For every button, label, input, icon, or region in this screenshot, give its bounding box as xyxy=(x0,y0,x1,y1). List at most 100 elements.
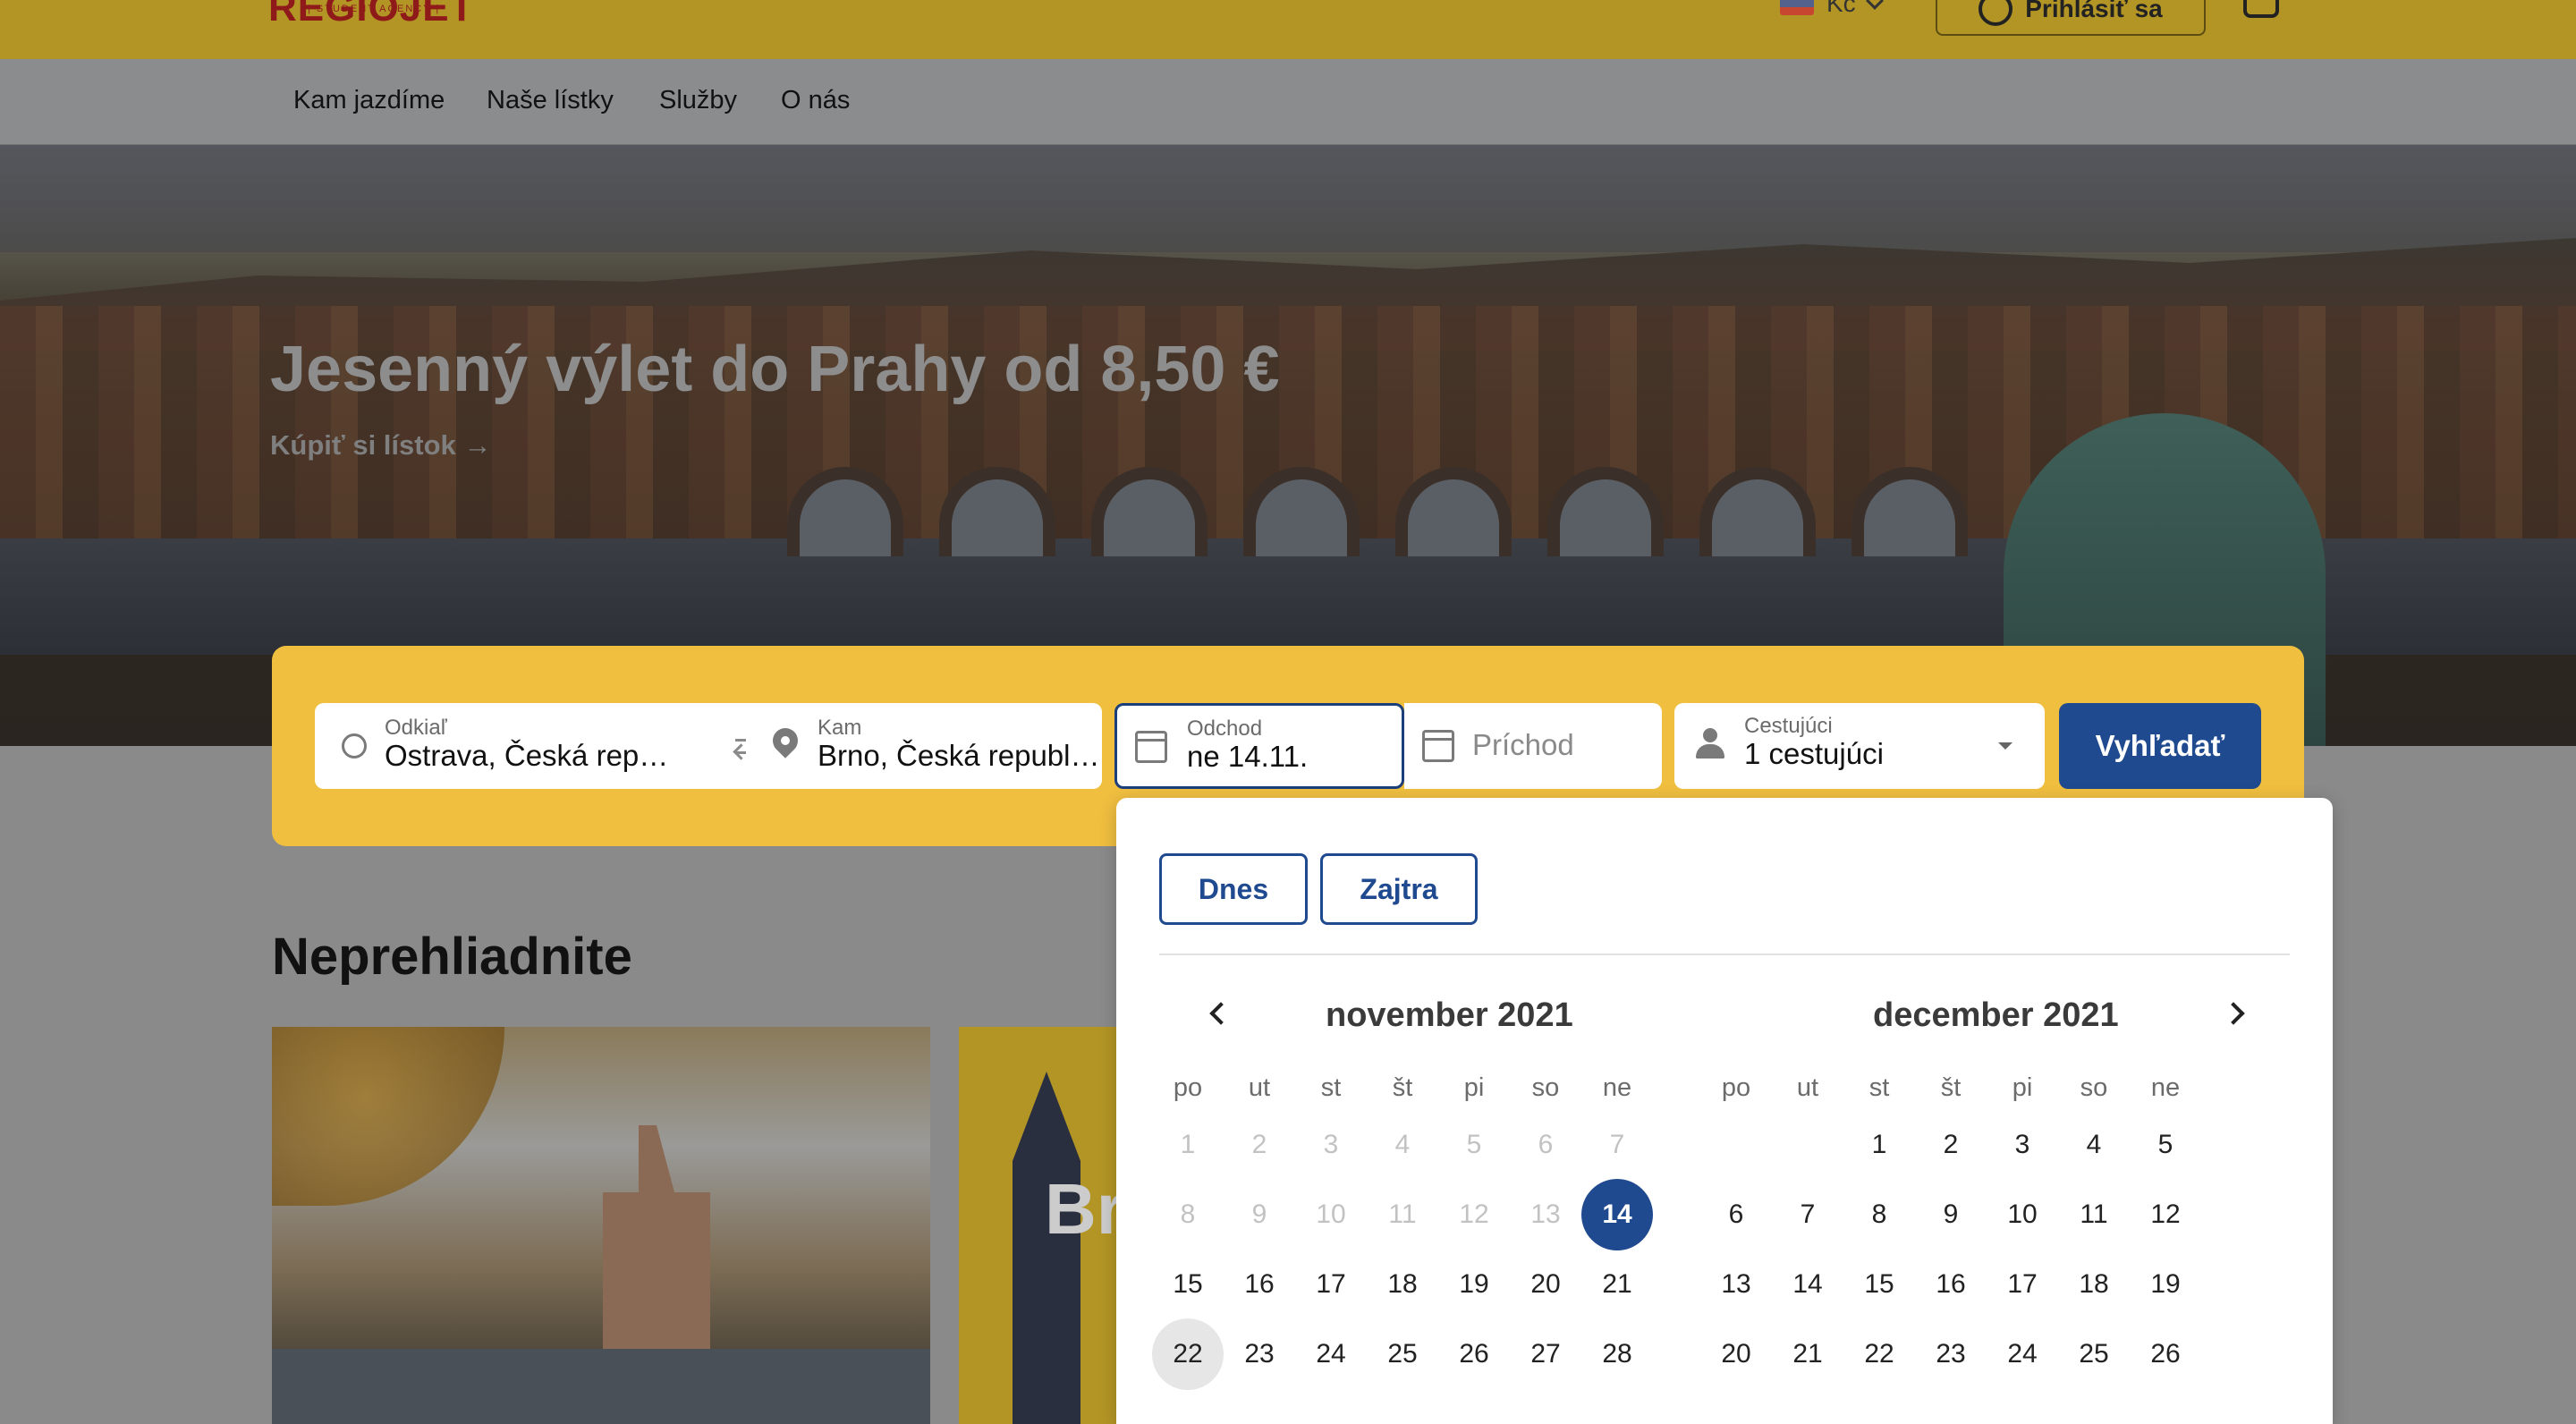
calendar-day: 4 xyxy=(1394,1130,1411,1159)
calendar-day: 12 xyxy=(1459,1199,1489,1229)
calendar-day[interactable]: 4 xyxy=(2058,1109,2130,1181)
calendar-day[interactable]: 24 xyxy=(1987,1318,2058,1390)
promo-card-brno[interactable]: Br xyxy=(959,1027,1138,1424)
calendar-day[interactable]: 21 xyxy=(1772,1318,1843,1390)
calendar-day: 7 xyxy=(1609,1130,1625,1159)
calendar-day[interactable]: 25 xyxy=(1367,1318,1438,1390)
weekday-header: po xyxy=(1721,1073,1751,1102)
nav-item-about[interactable]: O nás xyxy=(781,86,850,115)
main-nav: Kam jazdíme Naše lístky Služby O nás xyxy=(0,59,2576,145)
calendar-day[interactable]: 22 xyxy=(1152,1318,1224,1390)
weekday-header: pi xyxy=(2012,1073,2033,1102)
to-field[interactable]: Kam Brno, Česká republika xyxy=(746,703,1102,789)
section-title: Neprehliadnite xyxy=(272,928,632,986)
hero-title: Jesenný výlet do Prahy od 8,50 € xyxy=(270,334,1280,405)
chevron-right-icon[interactable] xyxy=(2222,1002,2245,1025)
calendar-day[interactable]: 22 xyxy=(1843,1318,1915,1390)
weekday-header: st xyxy=(1868,1073,1890,1102)
calendar-day[interactable]: 20 xyxy=(1510,1249,1581,1320)
calendar-day: 2 xyxy=(1251,1130,1267,1159)
to-label: Kam xyxy=(818,716,862,740)
departure-label: Odchod xyxy=(1187,716,1263,741)
calendar-day[interactable]: 25 xyxy=(2058,1318,2130,1390)
calendar-day[interactable]: 15 xyxy=(1152,1249,1224,1320)
from-field[interactable]: Odkiaľ Ostrava, Česká republika xyxy=(315,703,771,789)
currency-label: Kč xyxy=(1826,0,1856,17)
calendar-day[interactable]: 19 xyxy=(2130,1249,2201,1320)
calendar-day: 9 xyxy=(1251,1199,1267,1229)
arrival-placeholder: Príchod xyxy=(1472,728,1574,761)
passengers-value: 1 cestujúci xyxy=(1744,737,1884,770)
weekday-header: ut xyxy=(1796,1073,1819,1102)
calendar-day[interactable]: 16 xyxy=(1224,1249,1295,1320)
nav-item-tickets[interactable]: Naše lístky xyxy=(487,86,614,115)
calendar-day[interactable]: 28 xyxy=(1581,1318,1653,1390)
calendar-day: 8 xyxy=(1180,1199,1196,1229)
logo[interactable]: REGIOJET | STUDENT AGENCY | xyxy=(268,0,492,30)
passengers-label: Cestujúci xyxy=(1744,714,1833,738)
today-button[interactable]: Dnes xyxy=(1159,853,1308,925)
to-value: Brno, Česká republika xyxy=(818,739,1100,772)
nav-item-services[interactable]: Služby xyxy=(659,86,737,115)
calendar-day[interactable]: 17 xyxy=(1987,1249,2058,1320)
nav-item-destinations[interactable]: Kam jazdíme xyxy=(293,86,445,115)
from-label: Odkiaľ xyxy=(385,716,447,740)
login-button[interactable]: Prihlásiť sa xyxy=(1936,0,2206,36)
calendar-day: 1 xyxy=(1180,1130,1196,1159)
month-title-left: november 2021 xyxy=(1326,996,1573,1034)
calendar-day[interactable]: 16 xyxy=(1915,1249,1987,1320)
tomorrow-button[interactable]: Zajtra xyxy=(1320,853,1478,925)
calendar-day[interactable]: 9 xyxy=(1915,1179,1987,1250)
date-picker: Dnes Zajtra november 2021 december 2021 … xyxy=(1116,798,2333,1424)
calendar-day: 6 xyxy=(1538,1130,1554,1159)
logo-subtext: | STUDENT AGENCY | xyxy=(308,4,441,14)
calendar-day[interactable]: 2 xyxy=(1915,1109,1987,1181)
calendar-day[interactable]: 17 xyxy=(1295,1249,1367,1320)
calendar-day[interactable]: 13 xyxy=(1700,1249,1772,1320)
calendar-day[interactable]: 12 xyxy=(2130,1179,2201,1250)
weekday-header: ne xyxy=(2150,1073,2181,1102)
divider xyxy=(1159,954,2290,955)
calendar-day[interactable]: 19 xyxy=(1438,1249,1510,1320)
calendar-day[interactable]: 14 xyxy=(1581,1179,1653,1250)
calendar-day[interactable]: 23 xyxy=(1915,1318,1987,1390)
calendar-day[interactable]: 5 xyxy=(2130,1109,2201,1181)
calendar-day[interactable]: 1 xyxy=(1843,1109,1915,1181)
calendar-day[interactable]: 21 xyxy=(1581,1249,1653,1320)
calendar-day[interactable]: 7 xyxy=(1772,1179,1843,1250)
chevron-down-icon xyxy=(1865,0,1884,10)
calendar-day[interactable]: 23 xyxy=(1224,1318,1295,1390)
weekday-header: so xyxy=(2080,1073,2108,1102)
calendar-day[interactable]: 26 xyxy=(2130,1318,2201,1390)
departure-field[interactable]: Odchod ne 14.11. xyxy=(1114,703,1404,789)
top-bar: REGIOJET | STUDENT AGENCY | Kč Prihlásiť… xyxy=(0,0,2576,59)
origin-icon xyxy=(342,733,367,759)
calendar-day[interactable]: 20 xyxy=(1700,1318,1772,1390)
passengers-field[interactable]: Cestujúci 1 cestujúci xyxy=(1674,703,2045,789)
calendar-day[interactable]: 27 xyxy=(1510,1318,1581,1390)
weekday-header: po xyxy=(1173,1073,1203,1102)
calendar-day[interactable]: 18 xyxy=(1367,1249,1438,1320)
promo-card-vienna[interactable] xyxy=(272,1027,930,1424)
calendar-day[interactable]: 26 xyxy=(1438,1318,1510,1390)
calendar-day[interactable]: 8 xyxy=(1843,1179,1915,1250)
flag-icon xyxy=(1780,0,1814,15)
calendar-day[interactable]: 18 xyxy=(2058,1249,2130,1320)
weekday-header: st xyxy=(1320,1073,1342,1102)
calendar-day[interactable]: 11 xyxy=(2058,1179,2130,1250)
weekday-header: ut xyxy=(1248,1073,1271,1102)
calendar-day[interactable]: 15 xyxy=(1843,1249,1915,1320)
calendar-day[interactable]: 24 xyxy=(1295,1318,1367,1390)
calendar-day[interactable]: 10 xyxy=(1987,1179,2058,1250)
chevron-left-icon[interactable] xyxy=(1209,1002,1233,1025)
calendar-day[interactable]: 14 xyxy=(1772,1249,1843,1320)
calendar-day[interactable]: 3 xyxy=(1987,1109,2058,1181)
search-button[interactable]: Vyhľadať xyxy=(2059,703,2261,789)
month-title-right: december 2021 xyxy=(1873,996,2119,1034)
cart-icon[interactable] xyxy=(2240,0,2283,21)
calendar-day[interactable]: 6 xyxy=(1700,1179,1772,1250)
currency-selector[interactable]: Kč xyxy=(1780,0,1884,18)
arrival-field[interactable]: Príchod xyxy=(1404,703,1662,789)
buy-ticket-link[interactable]: Kúpiť si lístok → xyxy=(270,429,491,462)
user-icon xyxy=(1979,0,2013,26)
